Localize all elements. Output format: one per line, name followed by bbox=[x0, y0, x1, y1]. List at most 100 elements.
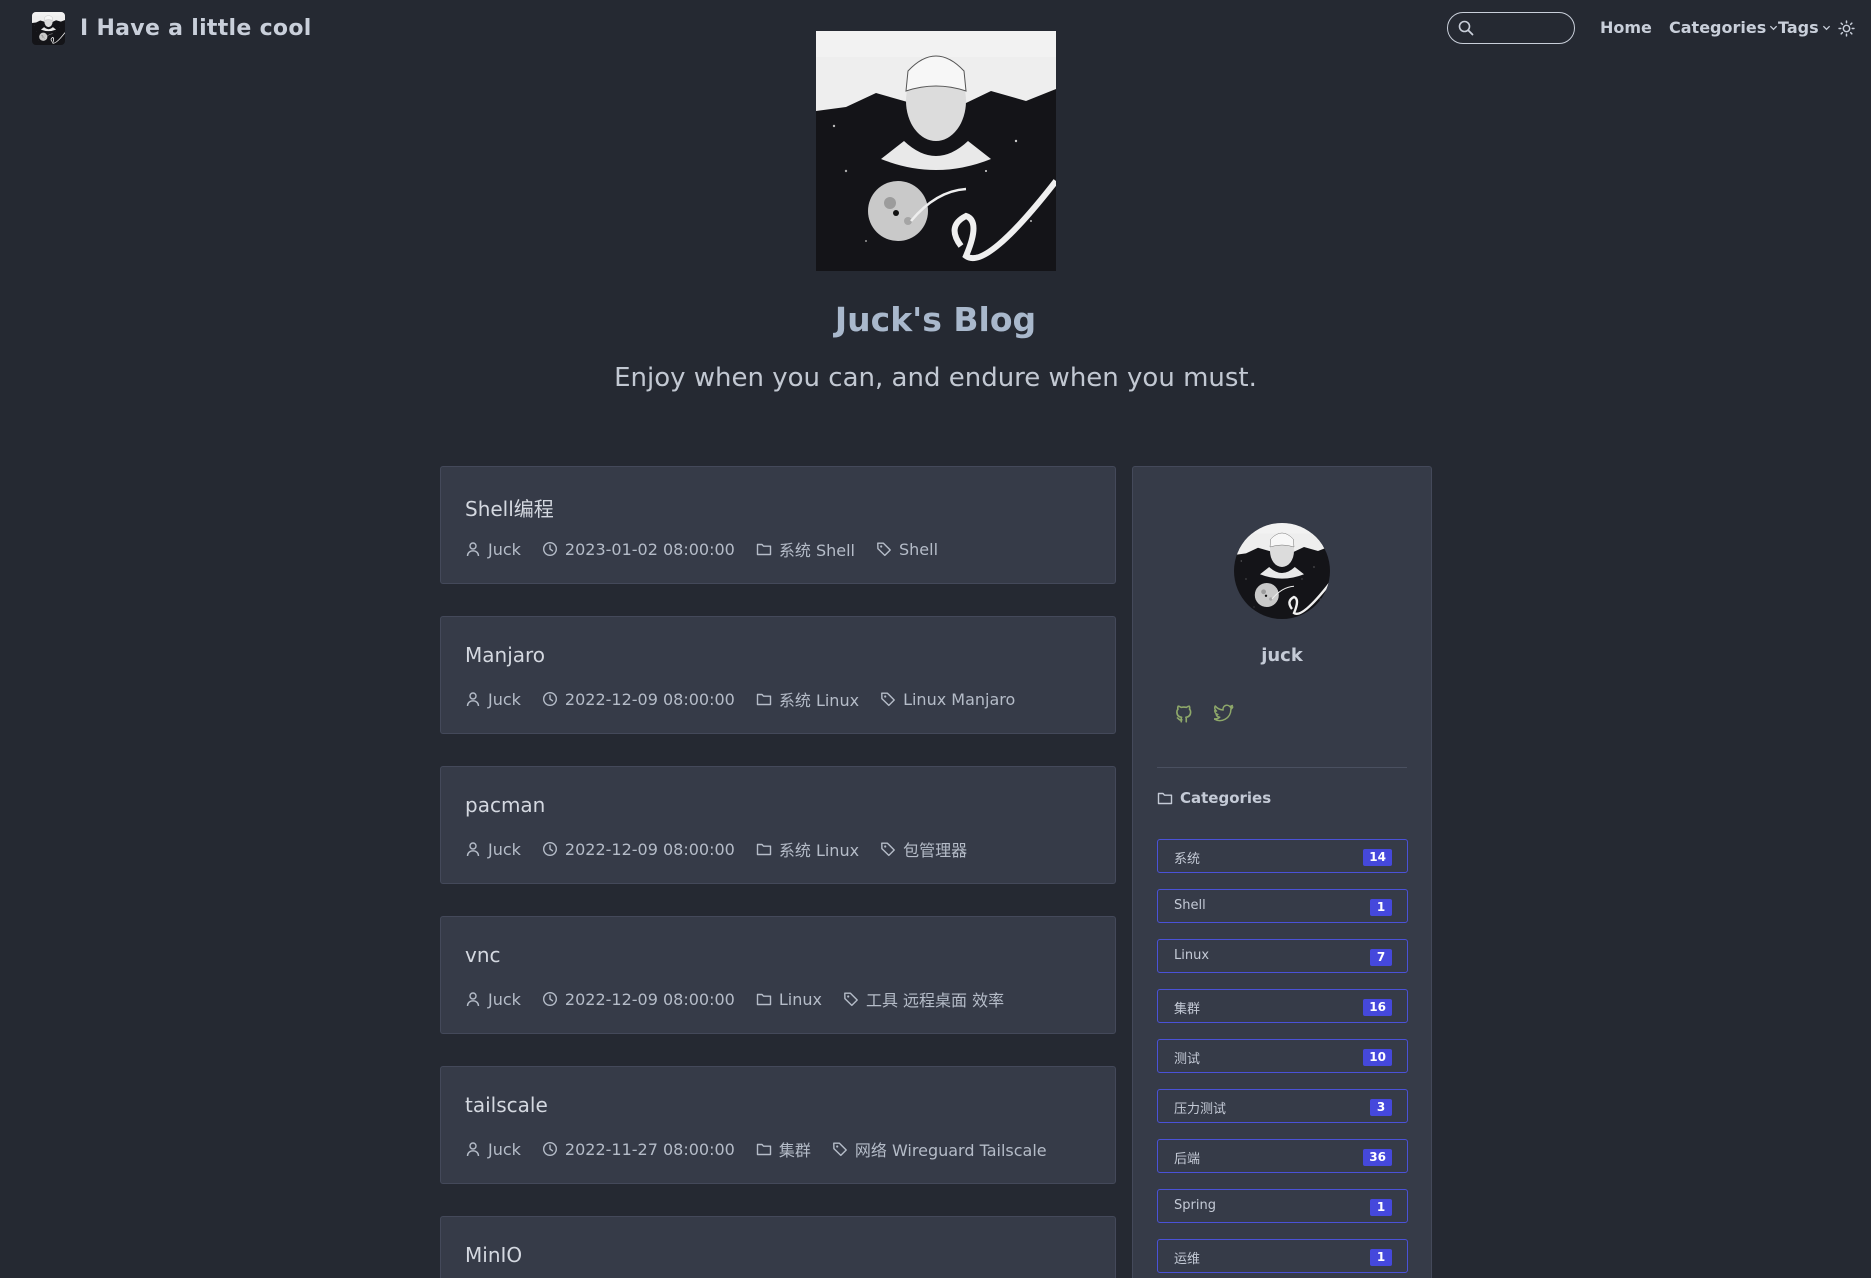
post-card[interactable]: pacman Juck 2022-12-09 08:00:00 系统 Linux… bbox=[440, 766, 1116, 884]
nav-tags[interactable]: Tags bbox=[1778, 18, 1831, 37]
category-item[interactable]: 系统 14 bbox=[1157, 839, 1408, 873]
post-tags-text[interactable]: 网络 Wireguard Tailscale bbox=[855, 1137, 1047, 1161]
post-tags-text[interactable]: 工具 远程桌面 效率 bbox=[866, 987, 1004, 1011]
post-tags[interactable]: 网络 Wireguard Tailscale bbox=[832, 1137, 1047, 1161]
category-item[interactable]: 压力测试 3 bbox=[1157, 1089, 1408, 1123]
post-author-name: Juck bbox=[488, 1139, 521, 1159]
post-date: 2022-12-09 08:00:00 bbox=[542, 990, 735, 1009]
post-title[interactable]: Manjaro bbox=[465, 643, 545, 667]
brand[interactable]: I Have a little cool bbox=[32, 12, 312, 45]
post-categories[interactable]: 系统 Linux bbox=[756, 687, 859, 711]
search-box[interactable] bbox=[1447, 12, 1575, 44]
brand-title[interactable]: I Have a little cool bbox=[80, 16, 312, 41]
category-label: 后端 bbox=[1174, 1152, 1201, 1167]
post-card[interactable]: MinIO bbox=[440, 1216, 1116, 1278]
category-item[interactable]: Spring 1 bbox=[1157, 1189, 1408, 1223]
post-meta: Juck 2022-12-09 08:00:00 系统 Linux 包管理器 bbox=[465, 837, 988, 861]
github-icon[interactable] bbox=[1175, 703, 1195, 723]
avatar bbox=[1234, 523, 1330, 619]
nav-categories[interactable]: Categories bbox=[1669, 18, 1778, 37]
category-item[interactable]: 运维 1 bbox=[1157, 1239, 1408, 1273]
nav-categories-label: Categories bbox=[1669, 18, 1767, 37]
post-title[interactable]: tailscale bbox=[465, 1093, 548, 1117]
post-author-name: Juck bbox=[488, 539, 521, 559]
post-date: 2022-12-09 08:00:00 bbox=[542, 690, 735, 709]
category-label: 运维 bbox=[1174, 1252, 1201, 1267]
post-title[interactable]: pacman bbox=[465, 793, 545, 817]
sidebar-profile-card: juck Categories 系统 14 Shell 1 Linux 7 集群 16 … bbox=[1132, 466, 1432, 1278]
post-tags[interactable]: 工具 远程桌面 效率 bbox=[843, 987, 1004, 1011]
category-count-badge: 36 bbox=[1363, 1149, 1392, 1166]
clock-icon bbox=[542, 991, 558, 1007]
category-label: 集群 bbox=[1174, 1002, 1201, 1017]
post-categories[interactable]: 集群 bbox=[756, 1137, 811, 1161]
user-icon bbox=[465, 691, 481, 707]
post-card[interactable]: vnc Juck 2022-12-09 08:00:00 Linux 工具 远程… bbox=[440, 916, 1116, 1034]
post-categories-text[interactable]: 系统 Shell bbox=[779, 537, 855, 561]
folder-icon bbox=[1157, 790, 1173, 806]
post-title[interactable]: MinIO bbox=[465, 1243, 522, 1267]
post-date: 2022-11-27 08:00:00 bbox=[542, 1140, 735, 1159]
post-tags-text[interactable]: Linux Manjaro bbox=[903, 690, 1015, 709]
post-title[interactable]: vnc bbox=[465, 943, 501, 967]
post-tags[interactable]: Linux Manjaro bbox=[880, 690, 1015, 709]
post-categories-text[interactable]: 集群 bbox=[779, 1137, 811, 1161]
category-item[interactable]: 测试 10 bbox=[1157, 1039, 1408, 1073]
user-icon bbox=[465, 841, 481, 857]
post-categories-text[interactable]: 系统 Linux bbox=[779, 687, 859, 711]
folder-icon bbox=[756, 1141, 772, 1157]
tag-icon bbox=[832, 1141, 848, 1157]
blog-subtitle: Enjoy when you can, and endure when you … bbox=[614, 363, 1257, 393]
post-date-text: 2022-11-27 08:00:00 bbox=[564, 1139, 735, 1159]
post-tags[interactable]: Shell bbox=[876, 540, 938, 559]
folder-icon bbox=[756, 691, 772, 707]
category-item[interactable]: 后端 36 bbox=[1157, 1139, 1408, 1173]
post-date: 2022-12-09 08:00:00 bbox=[542, 840, 735, 859]
post-tags[interactable]: 包管理器 bbox=[880, 837, 967, 861]
post-author: Juck bbox=[465, 690, 521, 709]
post-categories-text[interactable]: 系统 Linux bbox=[779, 837, 859, 861]
category-item[interactable]: Linux 7 bbox=[1157, 939, 1408, 973]
clock-icon bbox=[542, 541, 558, 557]
hero-image bbox=[816, 31, 1056, 271]
category-label: Spring bbox=[1174, 1198, 1216, 1213]
post-meta: Juck 2022-12-09 08:00:00 Linux 工具 远程桌面 效… bbox=[465, 987, 1025, 1011]
brand-logo[interactable] bbox=[32, 12, 65, 45]
post-date-text: 2022-12-09 08:00:00 bbox=[564, 839, 735, 859]
categories-heading: Categories bbox=[1157, 789, 1271, 807]
post-author: Juck bbox=[465, 1140, 521, 1159]
categories-heading-label: Categories bbox=[1180, 789, 1272, 807]
post-tags-text[interactable]: 包管理器 bbox=[903, 837, 967, 861]
folder-icon bbox=[756, 991, 772, 1007]
blog-title: Juck's Blog bbox=[834, 300, 1037, 339]
post-card[interactable]: Shell编程 Juck 2023-01-02 08:00:00 系统 Shel… bbox=[440, 466, 1116, 584]
post-card[interactable]: Manjaro Juck 2022-12-09 08:00:00 系统 Linu… bbox=[440, 616, 1116, 734]
post-title[interactable]: Shell编程 bbox=[465, 493, 554, 522]
category-label: 压力测试 bbox=[1174, 1102, 1227, 1117]
nav-home[interactable]: Home bbox=[1600, 18, 1652, 37]
post-date-text: 2022-12-09 08:00:00 bbox=[564, 689, 735, 709]
post-card[interactable]: tailscale Juck 2022-11-27 08:00:00 集群 网络… bbox=[440, 1066, 1116, 1184]
post-categories[interactable]: 系统 Linux bbox=[756, 837, 859, 861]
post-categories[interactable]: Linux bbox=[756, 990, 822, 1009]
category-item[interactable]: 集群 16 bbox=[1157, 989, 1408, 1023]
category-count-badge: 10 bbox=[1363, 1049, 1392, 1066]
sun-icon[interactable] bbox=[1838, 20, 1855, 37]
post-categories-text[interactable]: Linux bbox=[779, 990, 822, 1009]
author-name: juck bbox=[1261, 645, 1303, 666]
category-item[interactable]: Shell 1 bbox=[1157, 889, 1408, 923]
tag-icon bbox=[876, 541, 892, 557]
post-categories[interactable]: 系统 Shell bbox=[756, 537, 855, 561]
clock-icon bbox=[542, 1141, 558, 1157]
post-author: Juck bbox=[465, 840, 521, 859]
search-input[interactable] bbox=[1480, 18, 1566, 38]
category-label: 系统 bbox=[1174, 852, 1201, 867]
post-author: Juck bbox=[465, 540, 521, 559]
user-icon bbox=[465, 1141, 481, 1157]
twitter-icon[interactable] bbox=[1214, 703, 1234, 723]
post-meta: Juck 2022-11-27 08:00:00 集群 网络 Wireguard… bbox=[465, 1137, 1068, 1161]
clock-icon bbox=[542, 841, 558, 857]
post-author-name: Juck bbox=[488, 989, 521, 1009]
category-count-badge: 1 bbox=[1370, 899, 1392, 916]
post-tags-text[interactable]: Shell bbox=[899, 540, 938, 559]
